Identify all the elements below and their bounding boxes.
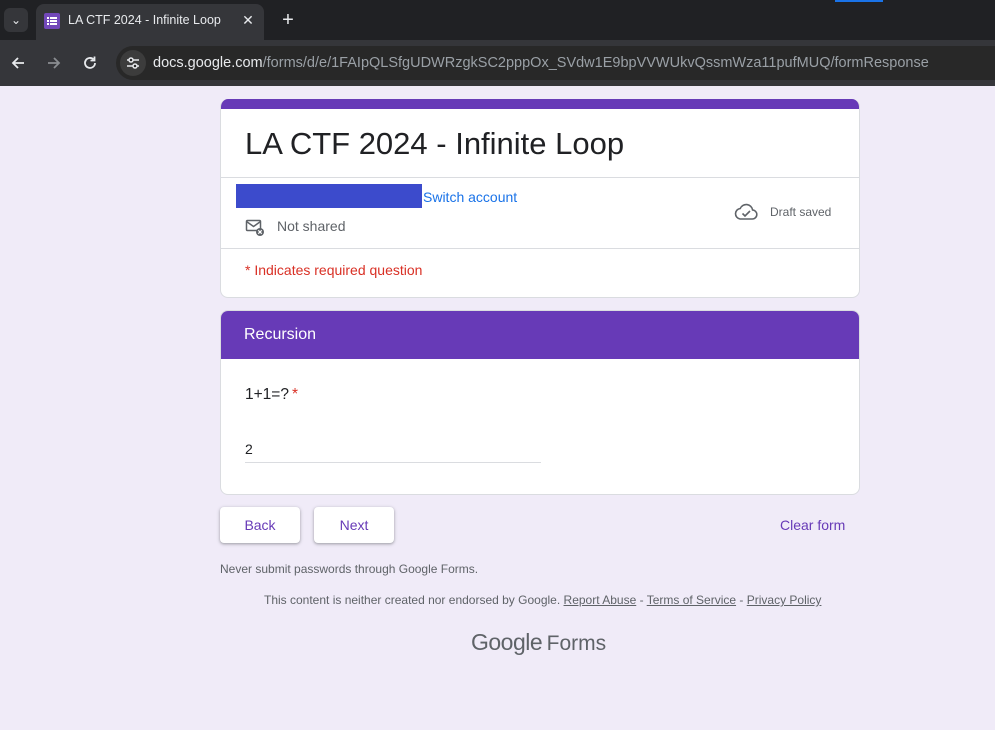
site-info-tune-icon[interactable] (120, 50, 146, 76)
forward-arrow-icon[interactable] (42, 51, 66, 75)
switch-account-link[interactable]: Switch account (423, 189, 517, 205)
section-title: Recursion (244, 326, 317, 343)
tab-close-icon[interactable]: ✕ (238, 10, 258, 30)
address-bar[interactable]: docs.google.com/forms/d/e/1FAIpQLSfgUDWR… (116, 46, 995, 80)
back-arrow-icon[interactable] (6, 51, 30, 75)
next-button[interactable]: Next (314, 507, 394, 543)
separator: - (636, 593, 647, 607)
clear-form-button[interactable]: Clear form (780, 517, 845, 533)
reload-icon[interactable] (78, 51, 102, 75)
google-forms-favicon-icon (44, 13, 60, 29)
profile-indicator (835, 0, 883, 2)
redacted-email (236, 184, 422, 208)
privacy-link[interactable]: Privacy Policy (747, 593, 822, 607)
disclaimer-text: This content is neither created nor endo… (264, 593, 561, 607)
brand-forms: Forms (546, 632, 607, 655)
draft-status: Draft saved (770, 205, 832, 219)
disclaimer: This content is neither created nor endo… (264, 593, 821, 607)
divider (221, 177, 859, 178)
question-label: 1+1=? * (245, 386, 298, 404)
not-shared-mail-icon (245, 217, 265, 237)
form-header-card: LA CTF 2024 - Infinite Loop Switch accou… (220, 99, 860, 298)
tab-search-chevron-icon[interactable]: ⌄ (4, 8, 28, 32)
terms-link[interactable]: Terms of Service (647, 593, 736, 607)
brand-google: Google (471, 629, 543, 655)
browser-toolbar: docs.google.com/forms/d/e/1FAIpQLSfgUDWR… (0, 40, 995, 86)
required-note: * Indicates required question (245, 262, 423, 278)
url-path: /forms/d/e/1FAIpQLSfgUDWRzgkSC2pppOx_SVd… (262, 55, 929, 71)
header-accent-bar (221, 99, 859, 109)
sharing-status: Not shared (277, 218, 346, 234)
divider (221, 248, 859, 249)
separator: - (736, 593, 747, 607)
section-card: Recursion 1+1=? * (220, 310, 860, 495)
form-title: LA CTF 2024 - Infinite Loop (245, 126, 625, 161)
browser-tab-strip: ⌄ LA CTF 2024 - Infinite Loop ✕ + (0, 0, 995, 40)
google-forms-logo[interactable]: Google Forms (471, 629, 606, 656)
password-warning: Never submit passwords through Google Fo… (220, 562, 479, 576)
new-tab-plus-icon[interactable]: + (276, 8, 300, 32)
back-button[interactable]: Back (220, 507, 300, 543)
url-host: docs.google.com (153, 55, 263, 71)
answer-input[interactable] (245, 440, 541, 463)
question-text: 1+1=? (245, 386, 289, 403)
browser-tab[interactable]: LA CTF 2024 - Infinite Loop ✕ (36, 4, 264, 40)
url-text: docs.google.com/forms/d/e/1FAIpQLSfgUDWR… (153, 55, 929, 71)
tab-title: LA CTF 2024 - Infinite Loop (68, 13, 221, 27)
required-asterisk: * (291, 386, 299, 403)
cloud-done-icon (734, 202, 758, 222)
report-abuse-link[interactable]: Report Abuse (564, 593, 637, 607)
section-header: Recursion (221, 311, 859, 359)
